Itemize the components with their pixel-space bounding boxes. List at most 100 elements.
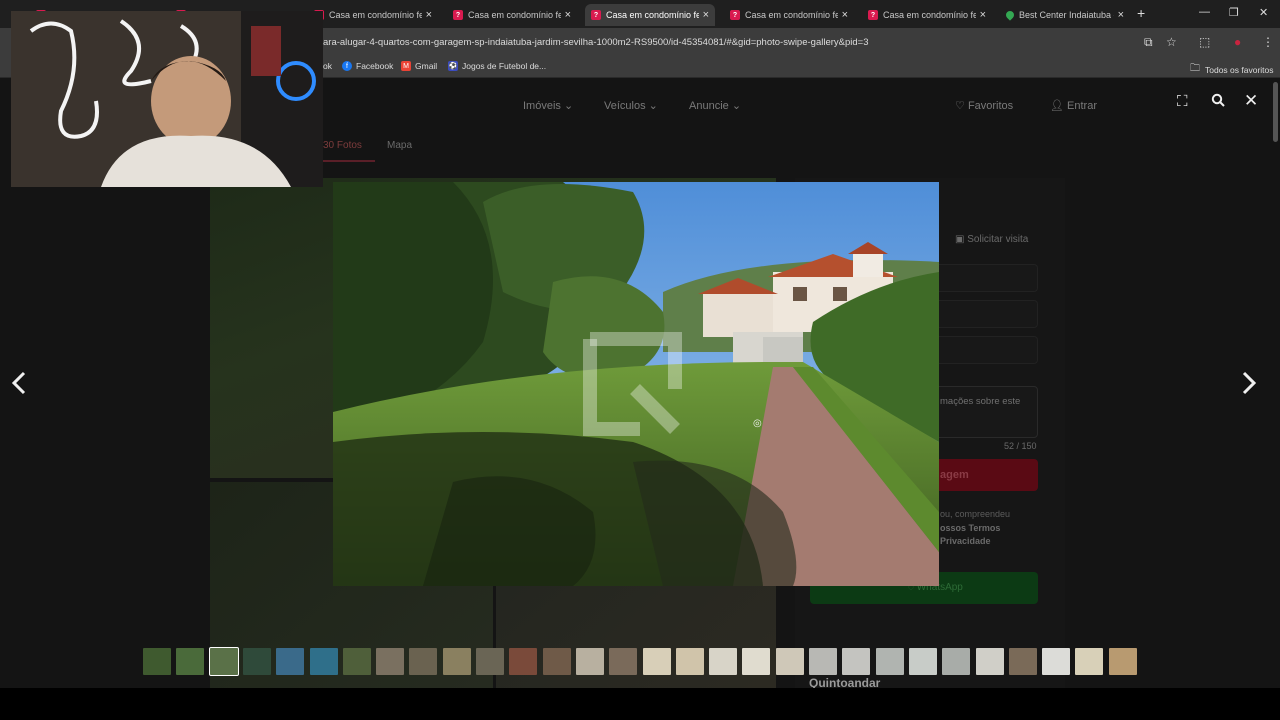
thumbnail[interactable]	[675, 648, 704, 675]
fullscreen-icon[interactable]: ⛶	[1177, 93, 1188, 110]
tab-close-icon[interactable]: ×	[842, 9, 848, 21]
tab-close-icon[interactable]: ×	[980, 9, 986, 21]
nav-veiculos[interactable]: Veículos ⌄	[604, 99, 658, 112]
legal-text: ou, compreendeu ossos Termos Privacidade	[940, 509, 1011, 546]
char-counter: 52 / 150	[1004, 441, 1037, 451]
entrar-link[interactable]: 👤︎ Entrar	[1050, 99, 1097, 112]
thumbnail[interactable]	[942, 648, 971, 675]
tab-active-indicator	[323, 160, 375, 162]
previous-arrow-icon[interactable]	[10, 370, 28, 403]
send-message-label: agem	[940, 469, 969, 481]
thumbnail[interactable]	[1042, 648, 1071, 675]
tab-close-icon[interactable]: ×	[703, 9, 709, 21]
message-text: mações sobre este	[940, 396, 1021, 407]
thumbnail[interactable]	[1008, 648, 1037, 675]
menu-kebab-icon[interactable]: ⋮	[1262, 35, 1274, 49]
thumbnail[interactable]	[442, 648, 471, 675]
bottom-bar	[0, 688, 1280, 720]
tab-title: Casa em condomínio fech	[606, 10, 699, 20]
browser-tab[interactable]: Best Center Indaiatuba - ×	[1000, 4, 1130, 26]
thumbnail[interactable]	[775, 648, 804, 675]
thumbnail[interactable]	[143, 648, 171, 675]
terms-link[interactable]: ossos Termos	[940, 523, 1000, 533]
next-arrow-icon[interactable]	[1240, 370, 1258, 403]
nav-imoveis[interactable]: Imóveis ⌄	[523, 99, 573, 112]
extensions-icon[interactable]: ⬚	[1199, 35, 1210, 49]
tab-title: Casa em condomínio fech	[329, 10, 422, 20]
thumbnail[interactable]	[342, 648, 371, 675]
tab-map[interactable]: Mapa	[387, 140, 412, 151]
thumbnail[interactable]	[842, 648, 871, 675]
thumbnail[interactable]	[642, 648, 671, 675]
thumbnail[interactable]	[476, 648, 504, 675]
browser-tab[interactable]: ? Casa em condomínio fech ×	[724, 4, 854, 26]
thumbnail[interactable]	[242, 648, 271, 675]
thumbnail[interactable]	[975, 648, 1004, 675]
calendar-icon: ▣	[955, 234, 965, 245]
profile-icon[interactable]: ●	[1234, 35, 1241, 49]
thumbnail[interactable]	[208, 647, 239, 676]
game-icon: ⚽	[448, 61, 458, 71]
restore-icon[interactable]: ❐	[1229, 6, 1239, 19]
thumbnail[interactable]	[575, 648, 604, 675]
nav-anuncie[interactable]: Anuncie ⌄	[689, 99, 741, 112]
thumbnail[interactable]	[1108, 648, 1137, 675]
tab-close-icon[interactable]: ×	[426, 9, 432, 21]
gmail-icon: M	[401, 61, 411, 71]
thumbnail[interactable]	[875, 648, 904, 675]
browser-tab[interactable]: ?Casa em condomínio fech×	[308, 4, 438, 26]
tab-close-icon[interactable]: ×	[565, 9, 571, 21]
bookmark-gmail[interactable]: M Gmail	[401, 61, 437, 71]
thumbnail[interactable]	[542, 648, 571, 675]
webcam-overlay	[11, 11, 323, 187]
thumbnail[interactable]	[376, 648, 405, 675]
thumbnail[interactable]	[309, 648, 338, 675]
favoritos-link[interactable]: ♡ Favoritos	[955, 99, 1013, 112]
user-icon: 👤︎	[1050, 100, 1064, 112]
zoom-icon[interactable]	[1211, 93, 1225, 110]
bookmark-star-icon[interactable]: ☆	[1166, 35, 1177, 49]
close-icon[interactable]: ✕	[1244, 91, 1258, 111]
page-scrollbar[interactable]	[1273, 82, 1278, 142]
tab-title: Casa em condomínio fech	[745, 10, 838, 20]
thumbnail[interactable]	[908, 648, 937, 675]
tab-photos[interactable]: 30 Fotos	[323, 140, 362, 151]
install-app-icon[interactable]: ⧉	[1144, 35, 1153, 50]
site-icon: ?	[730, 10, 740, 20]
site-icon: ?	[453, 10, 463, 20]
thumbnail[interactable]	[409, 648, 438, 675]
tab-title: Casa em condomínio fech	[468, 10, 561, 20]
bookmark-ok[interactable]: ok	[323, 61, 332, 71]
thumbnail[interactable]	[809, 648, 837, 675]
tab-title: Best Center Indaiatuba -	[1019, 10, 1114, 20]
thumbnail[interactable]	[276, 648, 305, 675]
solicitar-visita-tab[interactable]: ▣ Solicitar visita	[955, 234, 1028, 245]
all-bookmarks-folder[interactable]: 🗀 Todos os favoritos	[1190, 61, 1274, 78]
url-field[interactable]: ara-alugar-4-quartos-com-garagem-sp-inda…	[323, 37, 869, 48]
thumbnail[interactable]	[176, 648, 205, 675]
heart-icon: ♡	[955, 100, 965, 112]
close-window-icon[interactable]: ✕	[1259, 6, 1268, 19]
tab-title: Casa em condomínio fech	[883, 10, 976, 20]
thumbnail[interactable]	[609, 648, 638, 675]
new-tab-button[interactable]: +	[1137, 5, 1145, 21]
browser-tab[interactable]: ? Casa em condomínio fech ×	[862, 4, 992, 26]
thumbnail[interactable]	[709, 648, 738, 675]
site-icon: ?	[868, 10, 878, 20]
cursor-icon: ◎	[753, 418, 762, 429]
minimize-icon[interactable]: —	[1199, 6, 1210, 18]
bookmark-facebook[interactable]: f Facebook	[342, 61, 393, 71]
maps-pin-icon	[1004, 9, 1016, 21]
thumbnail[interactable]	[1075, 648, 1104, 675]
bookmark-jogos[interactable]: ⚽ Jogos de Futebol de...	[448, 61, 546, 71]
site-icon: ?	[591, 10, 601, 20]
thumbnail[interactable]	[742, 648, 771, 675]
browser-tab[interactable]: ? Casa em condomínio fech ×	[585, 4, 715, 26]
watermark-logo	[583, 332, 682, 436]
tab-close-icon[interactable]: ×	[1118, 9, 1124, 21]
folder-icon: 🗀	[1190, 63, 1200, 74]
privacy-link[interactable]: Privacidade	[940, 536, 991, 546]
browser-tab[interactable]: ? Casa em condomínio fech ×	[447, 4, 577, 26]
facebook-icon: f	[342, 61, 352, 71]
thumbnail[interactable]	[509, 648, 538, 675]
